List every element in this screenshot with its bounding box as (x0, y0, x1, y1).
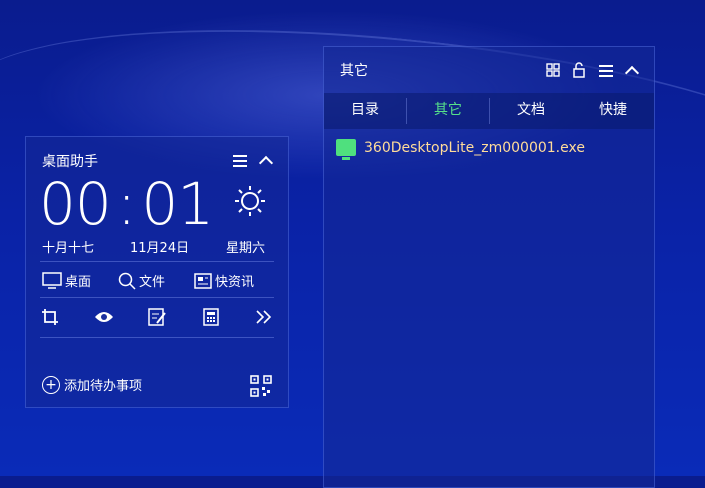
divider (40, 261, 274, 262)
news-icon (194, 272, 212, 289)
exe-monitor-icon (336, 139, 356, 160)
file-button[interactable]: 文件 (118, 271, 165, 290)
note-edit-icon[interactable] (147, 307, 167, 327)
date: 11月24日 (130, 241, 190, 256)
plus-circle-icon: + (42, 375, 60, 394)
divider (40, 297, 274, 298)
add-todo-button[interactable]: + 添加待办事项 (42, 375, 142, 394)
file-label: 文件 (139, 275, 166, 290)
other-files-widget: 其它 目录 其它 文档 快捷 360DesktopLite_zm000001.e… (323, 46, 655, 488)
more-chevrons-icon[interactable] (254, 307, 274, 327)
tab-shortcuts[interactable]: 快捷 (572, 93, 654, 129)
clock: 00:01 (39, 175, 214, 233)
widget-title: 其它 (340, 63, 368, 79)
news-label: 快资讯 (215, 275, 255, 290)
calculator-icon[interactable] (201, 307, 221, 327)
monitor-icon (42, 271, 62, 289)
quick-tools-row (40, 307, 274, 327)
tab-bar: 目录 其它 文档 快捷 (324, 93, 654, 129)
clock-minute: 01 (141, 170, 214, 238)
tab-catalog[interactable]: 目录 (324, 93, 406, 129)
unlock-icon[interactable] (573, 62, 585, 78)
file-name: 360DesktopLite_zm000001.exe (364, 139, 585, 156)
tab-documents[interactable]: 文档 (490, 93, 572, 129)
sun-weather-icon[interactable] (234, 185, 266, 217)
search-icon (118, 272, 136, 290)
file-item[interactable]: 360DesktopLite_zm000001.exe (336, 139, 585, 160)
menu-icon[interactable] (599, 65, 613, 80)
clock-hour: 00 (39, 170, 112, 238)
qr-code-icon[interactable] (250, 375, 272, 397)
crop-icon[interactable] (40, 307, 60, 327)
desktop-button[interactable]: 桌面 (42, 271, 91, 290)
eye-icon[interactable] (94, 307, 114, 327)
news-button[interactable]: 快资讯 (194, 271, 254, 290)
desktop-label: 桌面 (65, 275, 92, 290)
desktop-assistant-widget: 桌面助手 00:01 十月十七 11月24日 星期六 桌面 文件 快资讯 + 添… (25, 136, 289, 408)
add-todo-label: 添加待办事项 (64, 379, 143, 394)
weekday: 星期六 (226, 241, 266, 256)
menu-icon[interactable] (233, 155, 247, 170)
tab-other[interactable]: 其它 (407, 93, 489, 129)
grid-view-icon[interactable] (546, 63, 560, 77)
collapse-icon[interactable] (258, 155, 274, 171)
widget-title: 桌面助手 (42, 154, 98, 170)
lunar-date: 十月十七 (42, 241, 95, 256)
divider (40, 337, 274, 338)
collapse-icon[interactable] (624, 65, 640, 81)
clock-separator: : (116, 170, 137, 238)
